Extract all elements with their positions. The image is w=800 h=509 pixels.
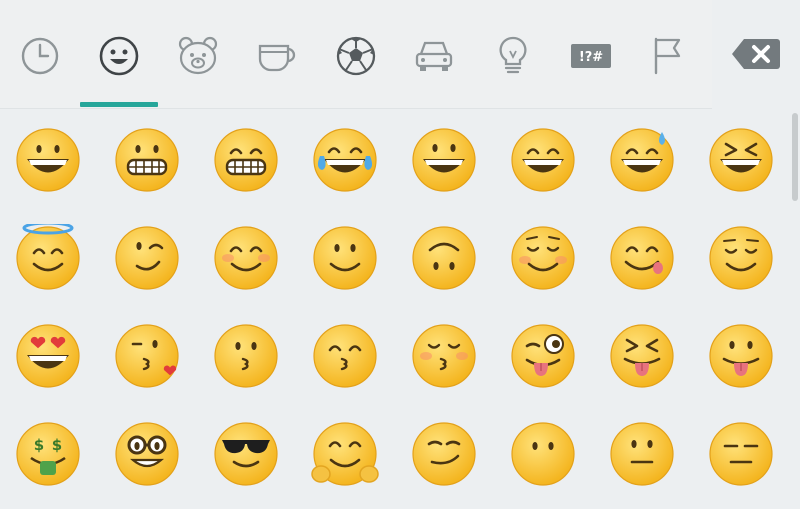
selected-tab-indicator xyxy=(80,102,158,107)
hugging-face-icon xyxy=(311,422,379,486)
emoji-winking-face[interactable] xyxy=(113,224,181,292)
emoji-sunglasses-face[interactable] xyxy=(212,420,280,488)
grimacing-face-icon xyxy=(115,128,179,192)
emoji-grinning-face[interactable] xyxy=(14,126,82,194)
zany-face-icon xyxy=(511,324,575,388)
tab-animals[interactable] xyxy=(170,28,226,84)
money-mouth-face-icon: $ $ xyxy=(16,422,80,486)
tab-symbols[interactable]: !?# xyxy=(563,28,619,84)
backspace-icon xyxy=(732,39,780,69)
emoji-kissing-smiling-eyes[interactable] xyxy=(311,322,379,390)
cup-icon xyxy=(258,44,296,72)
grinning-face-icon xyxy=(16,128,80,192)
emoji-smiling-face-smiling-eyes[interactable] xyxy=(509,126,577,194)
category-tab-bar: !?# xyxy=(0,0,712,109)
tab-flags[interactable] xyxy=(642,28,698,84)
soccer-ball-icon xyxy=(336,36,376,76)
smiling-face-smiling-eyes-icon xyxy=(511,128,575,192)
face-without-mouth-icon xyxy=(511,422,575,486)
nerd-face-icon xyxy=(115,422,179,486)
tab-food[interactable] xyxy=(249,28,305,84)
scrollbar[interactable] xyxy=(792,113,798,201)
emoji-face-savoring-food[interactable] xyxy=(608,224,676,292)
tab-recent[interactable] xyxy=(12,28,68,84)
emoji-kissing-face[interactable] xyxy=(212,322,280,390)
squinting-face-icon xyxy=(709,128,773,192)
emoji-upside-down-face[interactable] xyxy=(410,224,478,292)
lightbulb-icon xyxy=(499,36,527,74)
tab-objects[interactable] xyxy=(485,28,541,84)
emoji-slightly-smiling-face[interactable] xyxy=(311,224,379,292)
emoji-smiling-face-blush[interactable] xyxy=(212,224,280,292)
relieved-face-icon xyxy=(709,226,773,290)
symbols-icon: !?# xyxy=(571,44,611,68)
face-blowing-kiss-icon xyxy=(115,324,179,388)
emoji-heart-eyes-face[interactable] xyxy=(14,322,82,390)
svg-text:$: $ xyxy=(52,436,62,454)
face-with-tears-of-joy-icon xyxy=(313,128,377,192)
emoji-nerd-face[interactable] xyxy=(113,420,181,488)
smiling-face-halo-icon xyxy=(16,224,80,290)
smiling-face-blush-icon xyxy=(214,226,278,290)
bear-icon xyxy=(178,36,218,75)
smiling-face-cold-sweat-icon xyxy=(610,128,674,192)
emoji-face-without-mouth[interactable] xyxy=(509,420,577,488)
tab-travel[interactable] xyxy=(406,28,462,84)
backspace-button[interactable] xyxy=(712,0,800,108)
emoji-smiling-face-open-mouth[interactable] xyxy=(410,126,478,194)
symbols-label: !?# xyxy=(579,50,603,65)
car-icon xyxy=(415,41,453,71)
neutral-face-icon xyxy=(610,422,674,486)
emoji-relieved-face[interactable] xyxy=(707,224,775,292)
smiling-face-open-mouth-icon xyxy=(412,128,476,192)
clock-icon xyxy=(21,37,59,75)
kissing-face-icon xyxy=(214,324,278,388)
squinting-face-tongue-icon xyxy=(610,324,674,388)
upside-down-face-icon xyxy=(412,226,476,290)
emoji-smiling-face-cold-sweat[interactable] xyxy=(608,126,676,194)
slightly-smiling-face-icon xyxy=(313,226,377,290)
tab-activity[interactable] xyxy=(328,28,384,84)
tab-smileys[interactable] xyxy=(91,28,147,84)
sunglasses-face-icon xyxy=(214,422,278,486)
kissing-closed-eyes-icon xyxy=(412,324,476,388)
emoji-face-blowing-kiss[interactable] xyxy=(113,322,181,390)
emoji-squinting-face[interactable] xyxy=(707,126,775,194)
flag-icon xyxy=(654,37,681,75)
grimacing-face-alt-icon xyxy=(214,128,278,192)
emoji-kissing-closed-eyes[interactable] xyxy=(410,322,478,390)
emoji-relieved-blush-face[interactable] xyxy=(509,224,577,292)
emoji-keyboard: !?# $ $ xyxy=(0,0,800,509)
emoji-hugging-face[interactable] xyxy=(311,420,379,488)
heart-eyes-face-icon xyxy=(16,324,80,388)
face-with-tongue-icon xyxy=(709,324,773,388)
emoji-smiling-face-halo[interactable] xyxy=(14,224,82,292)
smirking-face-icon xyxy=(412,422,476,486)
emoji-grimacing-face[interactable] xyxy=(113,126,181,194)
kissing-smiling-eyes-icon xyxy=(313,324,377,388)
relieved-blush-face-icon xyxy=(511,226,575,290)
emoji-grid: $ $ xyxy=(0,110,792,509)
svg-text:$: $ xyxy=(34,436,44,454)
emoji-squinting-face-tongue[interactable] xyxy=(608,322,676,390)
emoji-face-with-tears-of-joy[interactable] xyxy=(311,126,379,194)
emoji-face-with-tongue[interactable] xyxy=(707,322,775,390)
emoji-zany-face[interactable] xyxy=(509,322,577,390)
face-savoring-food-icon xyxy=(610,226,674,290)
expressionless-face-icon xyxy=(709,422,773,486)
emoji-money-mouth-face[interactable]: $ $ xyxy=(14,420,82,488)
emoji-expressionless-face[interactable] xyxy=(707,420,775,488)
emoji-neutral-face[interactable] xyxy=(608,420,676,488)
emoji-grimacing-face-alt[interactable] xyxy=(212,126,280,194)
winking-face-icon xyxy=(115,226,179,290)
smiley-icon xyxy=(99,36,139,76)
emoji-smirking-face[interactable] xyxy=(410,420,478,488)
